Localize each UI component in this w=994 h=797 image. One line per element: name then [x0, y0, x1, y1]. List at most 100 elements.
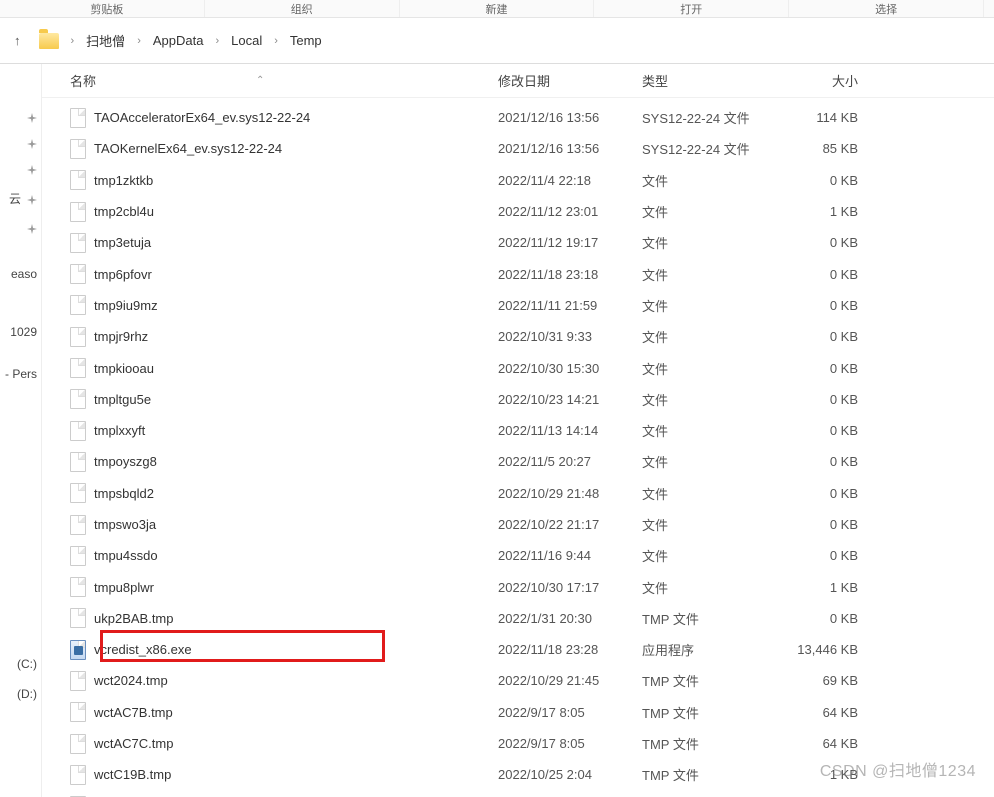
- file-name: tmp2cbl4u: [94, 204, 154, 219]
- main-area: 云 easo 1029 - Pers (C:) (D:) 名称 ⌃ 修改日期 类…: [0, 64, 994, 797]
- file-icon: [70, 546, 86, 566]
- pin-icon: [27, 138, 37, 148]
- file-date: 2022/10/25 2:04: [498, 767, 642, 782]
- file-icon: [70, 295, 86, 315]
- sidebar-item-label: easo: [11, 267, 37, 281]
- file-name: tmplxxyft: [94, 423, 145, 438]
- table-row[interactable]: tmp1zktkb2022/11/4 22:18文件0 KB: [42, 165, 994, 196]
- table-row[interactable]: tmpoyszg82022/11/5 20:27文件0 KB: [42, 446, 994, 477]
- file-date: 2022/10/29 21:45: [498, 673, 642, 688]
- file-date: 2022/11/12 19:17: [498, 235, 642, 250]
- file-name: tmp9iu9mz: [94, 298, 158, 313]
- ribbon-labels: 剪贴板 组织 新建 打开 选择: [0, 0, 994, 18]
- file-date: 2022/10/22 21:17: [498, 517, 642, 532]
- file-date: 2022/11/16 9:44: [498, 548, 642, 563]
- table-row[interactable]: tmplxxyft2022/11/13 14:14文件0 KB: [42, 415, 994, 446]
- address-bar: ↑ › 扫地僧 › AppData › Local › Temp: [0, 18, 994, 64]
- pin-icon: [27, 164, 37, 174]
- sidebar-item[interactable]: [0, 156, 41, 182]
- file-date: 2022/11/18 23:28: [498, 642, 642, 657]
- file-name: tmpswo3ja: [94, 517, 156, 532]
- table-row[interactable]: tmpltgu5e2022/10/23 14:21文件0 KB: [42, 384, 994, 415]
- file-date: 2021/12/16 13:56: [498, 110, 642, 125]
- nav-up-button[interactable]: ↑: [8, 29, 27, 52]
- file-icon: [70, 577, 86, 597]
- breadcrumb-item[interactable]: Temp: [286, 31, 326, 50]
- file-type: 文件: [642, 390, 768, 409]
- table-row[interactable]: wctAC7C.tmp2022/9/17 8:05TMP 文件64 KB: [42, 728, 994, 759]
- table-row[interactable]: tmpjr9rhz2022/10/31 9:33文件0 KB: [42, 321, 994, 352]
- table-row[interactable]: wctC47A.tmp2022/10/25 2:02TMP 文件57,088 K…: [42, 791, 994, 797]
- file-type: TMP 文件: [642, 734, 768, 753]
- file-name: TAOAcceleratorEx64_ev.sys12-22-24: [94, 110, 310, 125]
- sidebar-item[interactable]: easo: [0, 259, 41, 289]
- sidebar-item[interactable]: 云: [0, 182, 41, 215]
- file-size: 64 KB: [768, 736, 888, 751]
- file-name: wctAC7B.tmp: [94, 705, 173, 720]
- file-type: 文件: [642, 171, 768, 190]
- file-date: 2022/11/11 21:59: [498, 298, 642, 313]
- breadcrumb-item[interactable]: Local: [227, 31, 266, 50]
- file-name: tmpoyszg8: [94, 454, 157, 469]
- table-row[interactable]: tmp9iu9mz2022/11/11 21:59文件0 KB: [42, 290, 994, 321]
- sidebar-item-label: (D:): [17, 687, 37, 701]
- file-name: vcredist_x86.exe: [94, 642, 192, 657]
- table-row[interactable]: wctC19B.tmp2022/10/25 2:04TMP 文件1 KB: [42, 759, 994, 790]
- sidebar-item[interactable]: 1029: [0, 317, 41, 347]
- breadcrumb-item[interactable]: AppData: [149, 31, 208, 50]
- sidebar-item-drive-c[interactable]: (C:): [0, 649, 41, 679]
- file-size: 0 KB: [768, 548, 888, 563]
- sidebar-item-label: - Pers: [5, 367, 37, 381]
- table-row[interactable]: tmp2cbl4u2022/11/12 23:01文件1 KB: [42, 196, 994, 227]
- file-size: 0 KB: [768, 329, 888, 344]
- file-name: wctC19B.tmp: [94, 767, 171, 782]
- file-icon: [70, 421, 86, 441]
- nav-sidebar: 云 easo 1029 - Pers (C:) (D:): [0, 64, 42, 797]
- file-icon: [70, 264, 86, 284]
- file-date: 2022/10/29 21:48: [498, 486, 642, 501]
- table-row[interactable]: wct2024.tmp2022/10/29 21:45TMP 文件69 KB: [42, 665, 994, 696]
- table-row[interactable]: TAOKernelEx64_ev.sys12-22-242021/12/16 1…: [42, 133, 994, 164]
- column-header-size[interactable]: 大小: [768, 71, 888, 90]
- table-row[interactable]: tmpu4ssdo2022/11/16 9:44文件0 KB: [42, 540, 994, 571]
- file-name: TAOKernelEx64_ev.sys12-22-24: [94, 141, 282, 156]
- file-size: 85 KB: [768, 141, 888, 156]
- sidebar-item-label: (C:): [17, 657, 37, 671]
- file-size: 0 KB: [768, 611, 888, 626]
- file-size: 0 KB: [768, 235, 888, 250]
- table-row[interactable]: ukp2BAB.tmp2022/1/31 20:30TMP 文件0 KB: [42, 603, 994, 634]
- table-row[interactable]: tmpu8plwr2022/10/30 17:17文件1 KB: [42, 571, 994, 602]
- sidebar-item-drive-d[interactable]: (D:): [0, 679, 41, 709]
- table-row[interactable]: tmp6pfovr2022/11/18 23:18文件0 KB: [42, 258, 994, 289]
- column-header-type[interactable]: 类型: [642, 71, 768, 90]
- file-icon: [70, 139, 86, 159]
- column-header-date[interactable]: 修改日期: [498, 71, 642, 90]
- file-date: 2022/10/30 17:17: [498, 580, 642, 595]
- table-row[interactable]: tmp3etuja2022/11/12 19:17文件0 KB: [42, 227, 994, 258]
- pin-icon: [27, 223, 37, 233]
- file-name: tmpu4ssdo: [94, 548, 158, 563]
- table-row[interactable]: tmpsbqld22022/10/29 21:48文件0 KB: [42, 478, 994, 509]
- table-row[interactable]: TAOAcceleratorEx64_ev.sys12-22-24 2021/12…: [42, 102, 994, 133]
- sidebar-item[interactable]: [0, 215, 41, 241]
- column-header-name[interactable]: 名称 ⌃: [70, 71, 498, 90]
- sidebar-item[interactable]: [0, 104, 41, 130]
- file-size: 1 KB: [768, 767, 888, 782]
- table-row[interactable]: tmpswo3ja2022/10/22 21:17文件0 KB: [42, 509, 994, 540]
- file-date: 2022/9/17 8:05: [498, 736, 642, 751]
- chevron-right-icon: ›: [209, 35, 225, 47]
- sidebar-item[interactable]: [0, 130, 41, 156]
- table-row[interactable]: tmpkiooau2022/10/30 15:30文件0 KB: [42, 352, 994, 383]
- breadcrumb[interactable]: › 扫地僧 › AppData › Local › Temp: [65, 29, 326, 52]
- table-row[interactable]: vcredist_x86.exe2022/11/18 23:28应用程序13,4…: [42, 634, 994, 665]
- file-icon: [70, 734, 86, 754]
- table-row[interactable]: wctAC7B.tmp2022/9/17 8:05TMP 文件64 KB: [42, 697, 994, 728]
- breadcrumb-item[interactable]: 扫地僧: [82, 29, 129, 52]
- chevron-right-icon: ›: [131, 35, 147, 47]
- file-date: 2022/10/30 15:30: [498, 361, 642, 376]
- file-icon: [70, 202, 86, 222]
- file-icon: [70, 233, 86, 253]
- file-name: tmpu8plwr: [94, 580, 154, 595]
- file-type: 文件: [642, 327, 768, 346]
- sidebar-item[interactable]: - Pers: [0, 359, 41, 389]
